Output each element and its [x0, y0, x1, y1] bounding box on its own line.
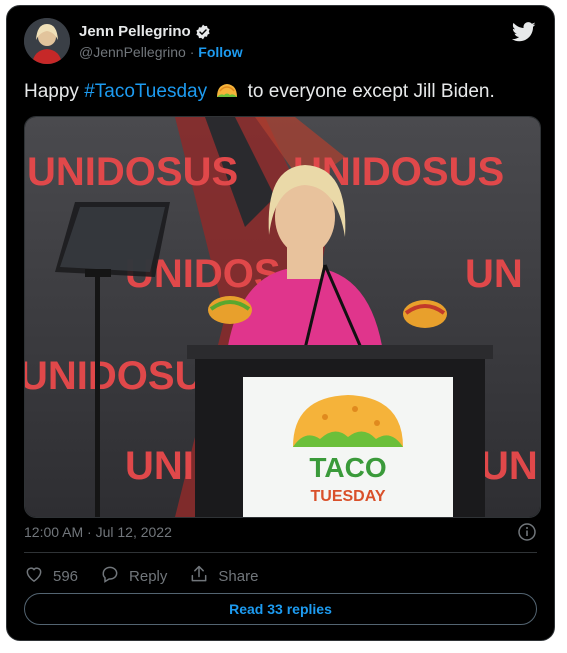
tweet-text: Happy #TacoTuesday to everyone except Ji…: [24, 81, 495, 103]
avatar[interactable]: [24, 18, 70, 64]
backdrop-text-top-left: UNIDOSUS: [27, 150, 238, 194]
share-icon: [189, 564, 209, 588]
tweet-text-before: Happy: [24, 81, 85, 102]
reply-button[interactable]: Reply: [100, 564, 167, 588]
reply-label: Reply: [129, 567, 168, 585]
reply-bubble-icon: [100, 564, 120, 588]
twitter-bird-icon[interactable]: [511, 22, 536, 42]
like-button[interactable]: 596: [24, 564, 78, 588]
divider: [24, 552, 537, 553]
tweet-text-after: to everyone except Jill Biden.: [247, 81, 495, 102]
taco-emoji-icon: [215, 82, 239, 98]
tweet-actions: 596 Reply Share: [24, 564, 280, 588]
tweet-card: Jenn Pellegrino @JennPellegrino · Follow…: [6, 5, 555, 641]
hashtag-link[interactable]: #TacoTuesday: [84, 81, 207, 102]
author-display-name[interactable]: Jenn Pellegrino: [79, 23, 191, 40]
follow-button[interactable]: Follow: [198, 44, 242, 60]
author-handle[interactable]: @JennPellegrino: [79, 44, 186, 60]
verified-badge-icon: [195, 24, 211, 40]
share-button[interactable]: Share: [189, 564, 258, 588]
author-handle-row: @JennPellegrino · Follow: [79, 44, 243, 60]
tweet-media-image[interactable]: UNIDOSUS UNIDOSUS UNIDOS UN UNIDOSUS UNI…: [24, 116, 541, 518]
heart-icon: [24, 564, 44, 588]
read-replies-button[interactable]: Read 33 replies: [24, 593, 537, 625]
share-label: Share: [218, 567, 259, 585]
like-count: 596: [53, 567, 79, 585]
author-name-row: Jenn Pellegrino: [79, 23, 211, 40]
backdrop-text-middle-right: UN: [465, 252, 523, 296]
podium-taco-text: TACO: [309, 452, 386, 483]
podium-tuesday-text: TUESDAY: [311, 488, 386, 505]
handle-separator: ·: [189, 44, 195, 60]
tweet-timestamp[interactable]: 12:00 AM · Jul 12, 2022: [24, 524, 172, 540]
backdrop-text-bottom-right: UN: [480, 444, 538, 488]
info-icon[interactable]: [518, 523, 536, 541]
